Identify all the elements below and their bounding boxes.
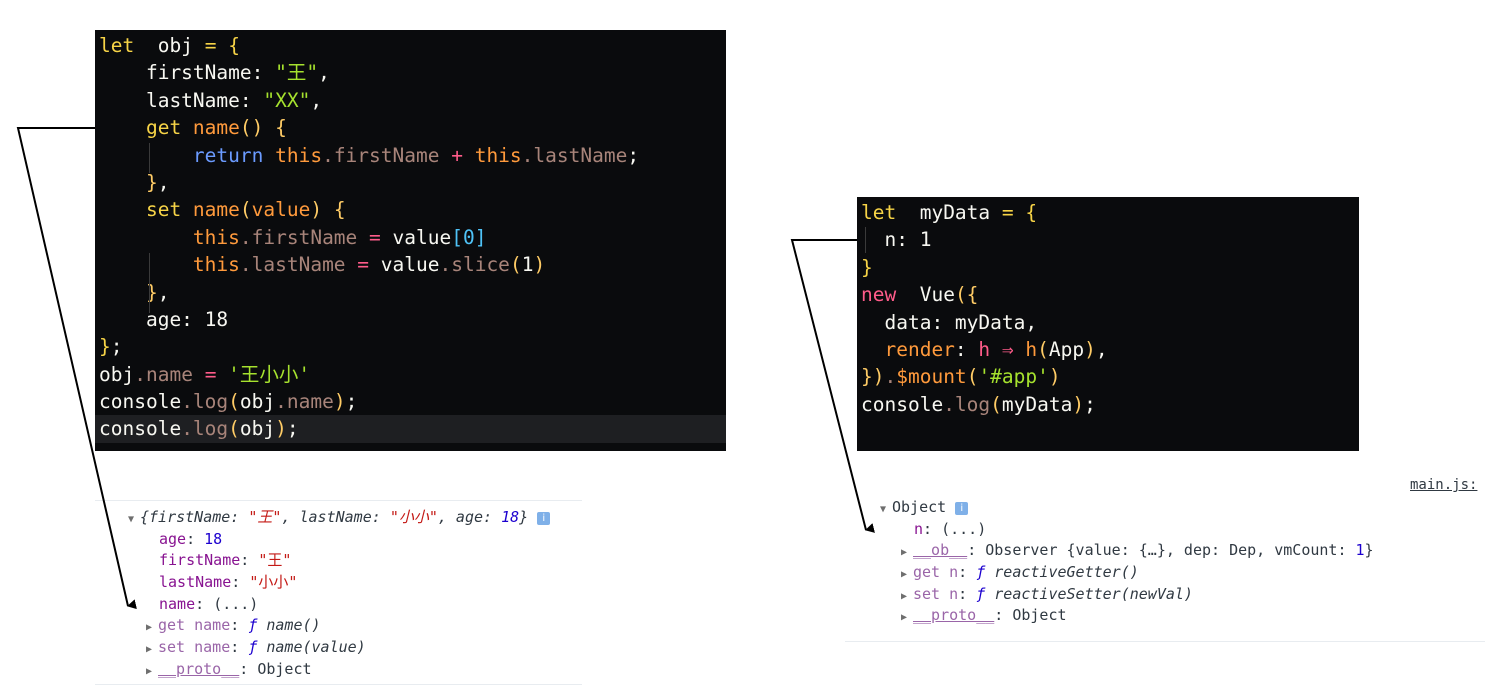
indent-guide [149, 143, 150, 173]
code-line: lastName: "XX", [99, 88, 323, 112]
prop-ob[interactable]: ▶ __ob__: Observer {value: {…}, dep: Dep,… [880, 540, 1485, 562]
prop-get-n[interactable]: ▶ get n: ƒ reactiveGetter() [880, 562, 1485, 584]
code-line: new Vue({ [861, 283, 979, 307]
source-file-link[interactable]: main.js: [1410, 477, 1477, 493]
indent-guide [149, 253, 150, 313]
expand-triangle-icon[interactable]: ▶ [146, 639, 158, 661]
prop-firstName: firstName: "王" [159, 551, 292, 570]
expand-triangle-icon[interactable]: ▶ [901, 607, 913, 629]
code-line: } [861, 255, 873, 279]
right-arrow [790, 239, 875, 533]
left-code-editor: let obj = { firstName: "王", lastName: "X… [95, 30, 726, 451]
code-line: console.log(obj); [95, 415, 726, 443]
expand-triangle-icon[interactable]: ▶ [146, 661, 158, 683]
right-console-output: ▼ Object i n: (...) ▶ __ob__: Observer {va… [880, 497, 1485, 628]
code-line: age: 18 [99, 307, 229, 331]
prop-set-n[interactable]: ▶ set n: ƒ reactiveSetter(newVal) [880, 584, 1485, 606]
code-line: return this.firstName + this.lastName; [99, 143, 640, 167]
code-line: render: h ⇒ h(App), [861, 337, 1108, 361]
prop-proto[interactable]: ▶ __proto__: Object [128, 659, 582, 681]
code-line: firstName: "王", [99, 61, 330, 85]
code-line: console.log(myData); [861, 392, 1096, 416]
expand-triangle-icon[interactable]: ▶ [901, 542, 913, 564]
prop-proto[interactable]: ▶ __proto__: Object [880, 605, 1485, 627]
right-object-summary[interactable]: ▼ Object i [880, 497, 1485, 519]
code-line: get name() { [99, 116, 287, 140]
left-console-divider [95, 500, 582, 501]
code-line: }, [99, 280, 170, 304]
code-line: this.firstName = value[0] [99, 225, 487, 249]
expand-triangle-icon[interactable]: ▶ [901, 564, 913, 586]
info-icon[interactable]: i [955, 502, 969, 515]
prop-set-name[interactable]: ▶ set name: ƒ name(value) [128, 637, 582, 659]
expand-triangle-icon[interactable]: ▼ [880, 499, 892, 521]
code-line: obj.name = '王小小' [99, 362, 311, 386]
code-line: console.log(obj.name); [99, 390, 358, 414]
code-line: }, [99, 170, 170, 194]
expand-triangle-icon[interactable]: ▶ [146, 617, 158, 639]
prop-n[interactable]: n: (...) [880, 519, 1485, 541]
left-console-output: ▼ {firstName: "王", lastName: "小小", age: 1… [128, 507, 582, 681]
right-code-editor: let myData = { n: 1} new Vue({ data: myDa… [857, 197, 1359, 451]
prop-name[interactable]: name: (...) [128, 594, 582, 616]
code-line: set name(value) { [99, 198, 346, 222]
prop-age: age: 18 [159, 529, 223, 548]
info-icon[interactable]: i [537, 512, 551, 525]
code-line: }; [99, 335, 123, 359]
prop-get-name[interactable]: ▶ get name: ƒ name() [128, 615, 582, 637]
expand-triangle-icon[interactable]: ▼ [128, 509, 140, 531]
code-line: let obj = { [99, 34, 240, 57]
indent-guide [865, 227, 866, 253]
left-object-summary[interactable]: ▼ {firstName: "王", lastName: "小小", age: 1… [128, 507, 582, 529]
code-line: let myData = { [861, 201, 1038, 224]
left-console-divider-bottom [95, 684, 582, 685]
code-line: data: myData, [861, 310, 1038, 334]
code-line: this.lastName = value.slice(1) [99, 253, 546, 277]
code-line: }).$mount('#app') [861, 365, 1061, 389]
code-line: n: 1 [861, 228, 932, 252]
expand-triangle-icon[interactable]: ▶ [901, 586, 913, 608]
right-console-divider-bottom [845, 641, 1485, 642]
prop-lastName: lastName: "小小" [159, 573, 298, 592]
